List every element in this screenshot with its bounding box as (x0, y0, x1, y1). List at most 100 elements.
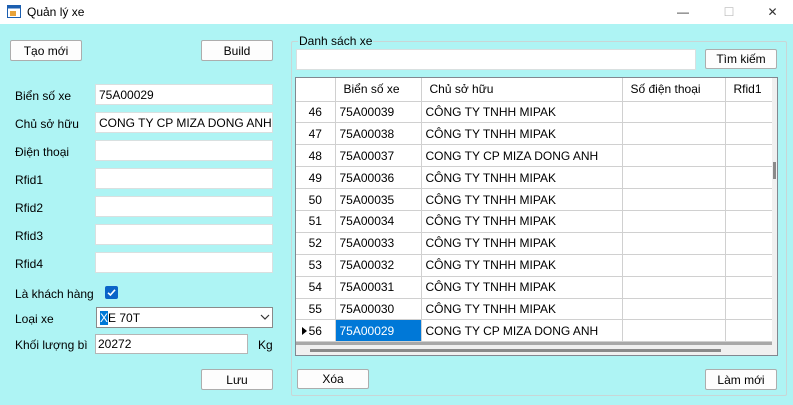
cell-rfid1[interactable] (725, 144, 772, 168)
horizontal-scroll-thumb[interactable] (310, 349, 721, 352)
row-number: 47 (308, 126, 322, 141)
cell-rownum[interactable]: 55 (296, 298, 336, 321)
column-header-phone[interactable]: Số điện thoại (622, 78, 726, 102)
cell-rownum[interactable]: 54 (296, 276, 336, 299)
cell-rfid1[interactable] (725, 298, 772, 321)
table-row[interactable]: 54 75A00031 CÔNG TY TNHH MIPAK (296, 276, 772, 299)
save-button[interactable]: Lưu (201, 369, 273, 390)
cell-owner[interactable]: CÔNG TY TNHH MIPAK (421, 254, 623, 277)
table-row[interactable]: 48 75A00037 CONG TY CP MIZA DONG ANH (296, 144, 772, 168)
plate-input[interactable]: 75A00029 (95, 84, 273, 105)
cell-phone[interactable] (622, 144, 726, 168)
column-header-plate[interactable]: Biển số xe (335, 78, 422, 102)
table-row[interactable]: 49 75A00036 CÔNG TY TNHH MIPAK (296, 166, 772, 190)
table-row[interactable]: 47 75A00038 CÔNG TY TNHH MIPAK (296, 122, 772, 146)
cell-rfid1[interactable] (725, 319, 772, 343)
cell-rownum[interactable]: 49 (296, 166, 336, 190)
horizontal-scrollbar[interactable] (296, 345, 777, 355)
cell-rfid1[interactable] (725, 122, 772, 146)
owner-input[interactable]: CONG TY CP MIZA DONG ANH (95, 112, 273, 133)
cell-owner[interactable]: CONG TY CP MIZA DONG ANH (421, 144, 623, 168)
table-row[interactable]: 53 75A00032 CÔNG TY TNHH MIPAK (296, 254, 772, 277)
close-button[interactable]: ✕ (752, 0, 793, 24)
cell-owner[interactable]: CÔNG TY TNHH MIPAK (421, 232, 623, 255)
cell-rfid1[interactable] (725, 254, 772, 277)
cell-rownum[interactable]: 46 (296, 101, 336, 124)
cell-owner[interactable]: CÔNG TY TNHH MIPAK (421, 210, 623, 233)
minimize-button[interactable]: — (660, 0, 706, 24)
cell-plate[interactable]: 75A00038 (335, 122, 422, 146)
cell-phone[interactable] (622, 188, 726, 211)
cell-owner[interactable]: CÔNG TY TNHH MIPAK (421, 276, 623, 299)
cell-plate[interactable]: 75A00033 (335, 232, 422, 255)
refresh-button[interactable]: Làm mới (705, 369, 777, 390)
new-button[interactable]: Tạo mới (10, 40, 82, 61)
cell-plate[interactable]: 75A00032 (335, 254, 422, 277)
weight-stepper[interactable]: 20272 (95, 334, 339, 354)
delete-button[interactable]: Xóa (297, 369, 369, 389)
weight-value: 20272 (98, 337, 132, 351)
cell-plate[interactable]: 75A00034 (335, 210, 422, 233)
table-row[interactable]: 56 75A00029 CONG TY CP MIZA DONG ANH (296, 319, 772, 343)
cell-owner[interactable]: CÔNG TY TNHH MIPAK (421, 122, 623, 146)
cell-phone[interactable] (622, 232, 726, 255)
cell-plate[interactable]: 75A00039 (335, 101, 422, 124)
build-button[interactable]: Build (201, 40, 273, 61)
vehicle-type-select[interactable]: XE 70T (96, 307, 273, 328)
cell-plate[interactable]: 75A00037 (335, 144, 422, 168)
cell-phone[interactable] (622, 319, 726, 343)
table-row[interactable]: 46 75A00039 CÔNG TY TNHH MIPAK (296, 101, 772, 124)
vehicle-grid[interactable]: Biển số xe Chủ sở hữu Số điện thoại Rfid… (295, 77, 778, 356)
cell-owner[interactable]: CÔNG TY TNHH MIPAK (421, 298, 623, 321)
rfid2-input[interactable] (95, 196, 273, 217)
vertical-scroll-thumb[interactable] (773, 162, 776, 179)
cell-owner[interactable]: CONG TY CP MIZA DONG ANH (421, 319, 623, 343)
cell-plate[interactable]: 75A00031 (335, 276, 422, 299)
table-row[interactable]: 55 75A00030 CÔNG TY TNHH MIPAK (296, 298, 772, 321)
search-input[interactable] (296, 49, 696, 70)
is-customer-checkbox[interactable] (105, 286, 118, 299)
table-row[interactable]: 51 75A00034 CÔNG TY TNHH MIPAK (296, 210, 772, 233)
cell-rfid1[interactable] (725, 210, 772, 233)
cell-owner[interactable]: CÔNG TY TNHH MIPAK (421, 101, 623, 124)
cell-rfid1[interactable] (725, 276, 772, 299)
cell-phone[interactable] (622, 276, 726, 299)
cell-rfid1[interactable] (725, 188, 772, 211)
maximize-button[interactable]: ☐ (706, 0, 752, 24)
rfid3-input[interactable] (95, 224, 273, 245)
cell-phone[interactable] (622, 101, 726, 124)
cell-phone[interactable] (622, 254, 726, 277)
cell-owner[interactable]: CÔNG TY TNHH MIPAK (421, 166, 623, 190)
cell-plate[interactable]: 75A00030 (335, 298, 422, 321)
phone-input[interactable] (95, 140, 273, 161)
rfid1-input[interactable] (95, 168, 273, 189)
cell-plate[interactable]: 75A00036 (335, 166, 422, 190)
cell-rfid1[interactable] (725, 232, 772, 255)
cell-phone[interactable] (622, 210, 726, 233)
rfid4-input[interactable] (95, 252, 273, 273)
cell-rownum[interactable]: 47 (296, 122, 336, 146)
cell-phone[interactable] (622, 166, 726, 190)
cell-rownum[interactable]: 52 (296, 232, 336, 255)
cell-rfid1[interactable] (725, 166, 772, 190)
cell-rownum[interactable]: 48 (296, 144, 336, 168)
vehicle-table: Biển số xe Chủ sở hữu Số điện thoại Rfid… (296, 78, 772, 343)
cell-plate[interactable]: 75A00035 (335, 188, 422, 211)
cell-rownum[interactable]: 56 (296, 319, 336, 343)
column-header-rownum[interactable] (296, 78, 336, 102)
cell-rownum[interactable]: 50 (296, 188, 336, 211)
column-header-owner[interactable]: Chủ sở hữu (421, 78, 623, 102)
cell-rownum[interactable]: 51 (296, 210, 336, 233)
vertical-scrollbar[interactable] (772, 78, 777, 345)
search-button[interactable]: Tìm kiếm (705, 49, 777, 69)
column-header-rfid1[interactable]: Rfid1 (725, 78, 772, 102)
table-row[interactable]: 52 75A00033 CÔNG TY TNHH MIPAK (296, 232, 772, 255)
cell-phone[interactable] (622, 298, 726, 321)
cell-owner[interactable]: CÔNG TY TNHH MIPAK (421, 188, 623, 211)
cell-rfid1[interactable] (725, 101, 772, 124)
row-number: 53 (308, 258, 322, 273)
cell-plate[interactable]: 75A00029 (335, 319, 422, 343)
cell-phone[interactable] (622, 122, 726, 146)
table-row[interactable]: 50 75A00035 CÔNG TY TNHH MIPAK (296, 188, 772, 211)
cell-rownum[interactable]: 53 (296, 254, 336, 277)
